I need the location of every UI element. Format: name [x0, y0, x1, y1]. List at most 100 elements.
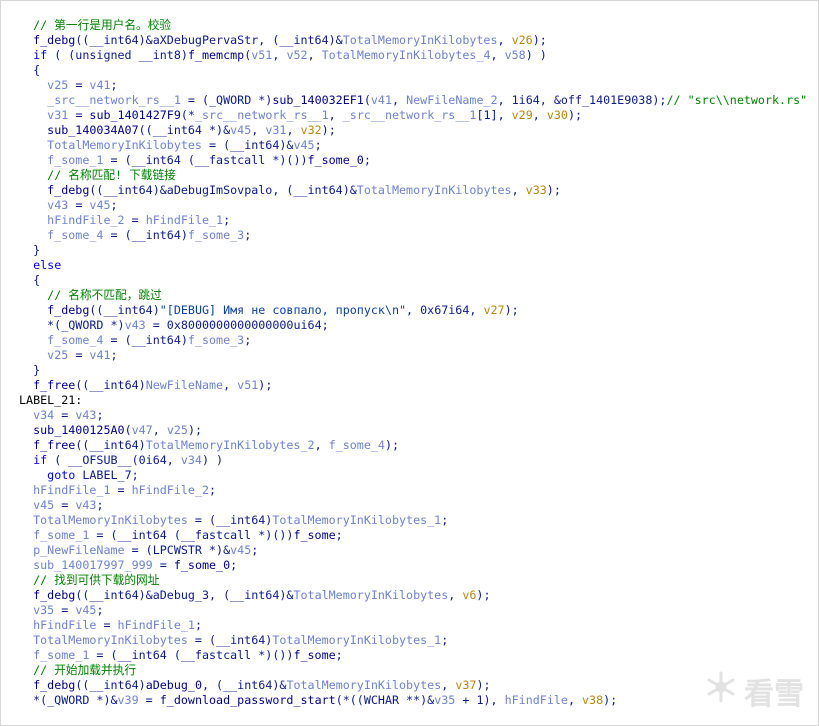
- code-text: [1],: [476, 108, 512, 122]
- code-line[interactable]: p_NewFileName = (LPCWSTR *)&v45;: [19, 543, 818, 558]
- code-text: );: [504, 303, 519, 317]
- variable-token: v39: [117, 693, 139, 707]
- code-line[interactable]: // 名称不匹配，跳过: [19, 288, 818, 303]
- code-line[interactable]: hFindFile_2 = hFindFile_1;: [19, 213, 818, 228]
- code-text: ;: [335, 528, 343, 542]
- code-line[interactable]: f_debg((__int64)aDebug_0, (__int64)&Tota…: [19, 678, 818, 693]
- code-line[interactable]: hFindFile_1 = hFindFile_2;: [19, 483, 818, 498]
- code-line[interactable]: f_free((__int64)NewFileName, v51);: [19, 378, 818, 393]
- argument-token: v37: [455, 678, 477, 692]
- code-text: ,: [511, 183, 526, 197]
- code-line[interactable]: f_debg((__int64)&aDebug_3, (__int64)&Tot…: [19, 588, 818, 603]
- code-line[interactable]: *(_QWORD *)v43 = 0x8000000000000000ui64;: [19, 318, 818, 333]
- code-line[interactable]: sub_140017997_999 = f_some_0;: [19, 558, 818, 573]
- code-line[interactable]: goto LABEL_7;: [19, 468, 818, 483]
- variable-token: v43: [75, 498, 97, 512]
- code-text: ) ): [525, 48, 547, 62]
- code-line[interactable]: if ( (unsigned __int8)f_memcmp(v51, v52,…: [19, 48, 818, 63]
- function-token: f_free: [33, 438, 76, 452]
- code-line[interactable]: TotalMemoryInKilobytes = (__int64)&v45;: [19, 138, 818, 153]
- function-token: sub_140034A07: [47, 123, 139, 137]
- code-line[interactable]: v34 = v43;: [19, 408, 818, 423]
- variable-token: v45: [230, 123, 252, 137]
- code-line[interactable]: f_debg((__int64)&aDebugImSovpalo, (__int…: [19, 183, 818, 198]
- code-line[interactable]: v25 = v41;: [19, 78, 818, 93]
- code-line[interactable]: else: [19, 258, 818, 273]
- variable-token: v52: [286, 48, 308, 62]
- code-line[interactable]: f_some_4 = (__int64)f_some_3;: [19, 333, 818, 348]
- code-line[interactable]: if ( __OFSUB__(0i64, v34) ): [19, 453, 818, 468]
- function-token: f_debg: [47, 183, 90, 197]
- variable-token: v45: [75, 603, 97, 617]
- code-text: ((__int64 *)&: [138, 123, 231, 137]
- code-line[interactable]: sub_1400125A0(v47, v25);: [19, 423, 818, 438]
- variable-token: hFindFile: [504, 693, 568, 707]
- code-line[interactable]: f_debg((__int64)&aXDebugPervaStr, (__int…: [19, 33, 818, 48]
- code-line[interactable]: v31 = sub_1401427F9(*_src__network_rs__1…: [19, 108, 818, 123]
- code-line[interactable]: // 找到可供下载的网址: [19, 573, 818, 588]
- code-line[interactable]: {: [19, 63, 818, 78]
- code-line[interactable]: // 开始加载并执行: [19, 663, 818, 678]
- function-token: f_debg: [33, 33, 76, 47]
- code-text: = (_QWORD *): [180, 93, 273, 107]
- code-text: *(_QWORD *): [19, 318, 125, 332]
- code-line[interactable]: _src__network_rs__1 = (_QWORD *)sub_1400…: [19, 93, 818, 108]
- code-line[interactable]: v35 = v45;: [19, 603, 818, 618]
- code-line[interactable]: {: [19, 273, 818, 288]
- label-token: LABEL_21:: [19, 393, 83, 407]
- code-text: LABEL_7;: [75, 468, 139, 482]
- code-text: ;: [363, 153, 371, 167]
- code-text: ;: [110, 78, 118, 92]
- comment: // 找到可供下载的网址: [33, 573, 160, 587]
- code-line[interactable]: TotalMemoryInKilobytes = (__int64)TotalM…: [19, 513, 818, 528]
- code-line[interactable]: hFindFile = hFindFile_1;: [19, 618, 818, 633]
- code-line[interactable]: v45 = v43;: [19, 498, 818, 513]
- code-line[interactable]: f_free((__int64)TotalMemoryInKilobytes_2…: [19, 438, 818, 453]
- code-line[interactable]: }: [19, 243, 818, 258]
- function-token: f_memcmp: [187, 48, 245, 62]
- comment: // 第一行是用户名。校验: [33, 18, 172, 32]
- variable-token: v47: [131, 423, 153, 437]
- code-text: ;: [314, 138, 322, 152]
- argument-token: v33: [525, 183, 547, 197]
- function-token: f_debg: [47, 303, 90, 317]
- code-listing[interactable]: // 第一行是用户名。校验 f_debg((__int64)&aXDebugPe…: [19, 18, 818, 708]
- code-text: ((__int64)&aXDebugPervaStr, (__int64)&: [75, 33, 343, 47]
- code-line[interactable]: f_some_1 = (__int64 (__fastcall *)())f_s…: [19, 528, 818, 543]
- code-line[interactable]: TotalMemoryInKilobytes = (__int64)TotalM…: [19, 633, 818, 648]
- code-line[interactable]: }: [19, 363, 818, 378]
- code-text: );: [603, 693, 618, 707]
- code-line[interactable]: f_some_4 = (__int64)f_some_3;: [19, 228, 818, 243]
- code-line[interactable]: f_some_1 = (__int64 (__fastcall *)())f_s…: [19, 648, 818, 663]
- code-line[interactable]: f_some_1 = (__int64 (__fastcall *)())f_s…: [19, 153, 818, 168]
- code-text: );: [187, 423, 203, 437]
- code-line[interactable]: // 第一行是用户名。校验: [19, 18, 818, 33]
- code-line[interactable]: v25 = v41;: [19, 348, 818, 363]
- code-line[interactable]: v43 = v45;: [19, 198, 818, 213]
- code-text: ( __OFSUB__(0i64,: [47, 453, 181, 467]
- argument-token: v32: [300, 123, 322, 137]
- code-text: ,: [490, 48, 505, 62]
- function-token: sub_1401427F9: [89, 108, 181, 122]
- code-line[interactable]: LABEL_21:: [19, 393, 818, 408]
- code-line[interactable]: // 名称匹配! 下载链接: [19, 168, 818, 183]
- code-line[interactable]: *(_QWORD *)&v39 = f_download_password_st…: [19, 693, 818, 708]
- code-text: = (__int64 (__fastcall *)()): [89, 528, 294, 542]
- code-text: =: [68, 78, 90, 92]
- function-token: sub_1400125A0: [33, 423, 125, 437]
- code-line[interactable]: sub_140034A07((__int64 *)&v45, v31, v32)…: [19, 123, 818, 138]
- code-line[interactable]: f_debg((__int64)"[DEBUG] Имя не совпало,…: [19, 303, 818, 318]
- variable-token: v35: [434, 693, 456, 707]
- code-text: ((__int64)&aDebug_3, (__int64)&: [75, 588, 294, 602]
